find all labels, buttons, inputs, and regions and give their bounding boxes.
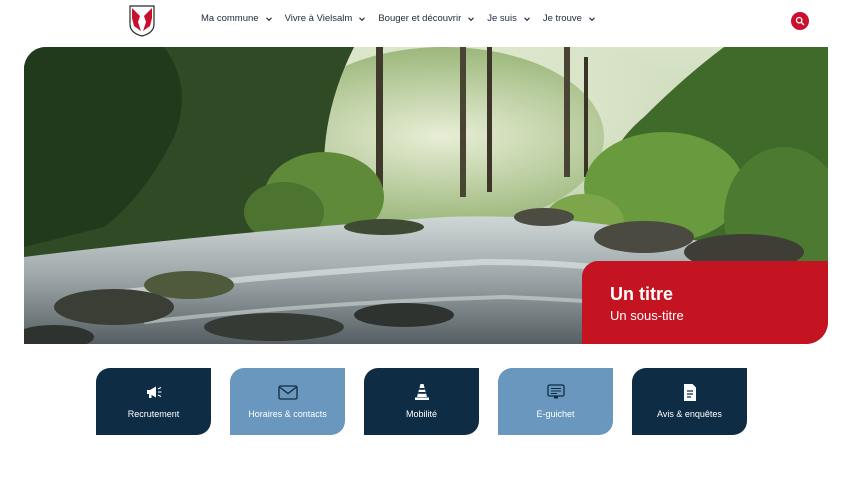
tile-label: Horaires & contacts [248,409,327,419]
chevron-down-icon [523,16,530,21]
nav-item-je-trouve[interactable]: Je trouve [543,13,596,24]
tile-label: Avis & enquêtes [657,409,722,419]
nav-item-bouger-et-decouvrir[interactable]: Bouger et découvrir [378,13,475,24]
monitor-icon [546,384,565,399]
tile-label: Mobilité [405,409,437,419]
tile-label: E-guichet [536,409,575,419]
chevron-down-icon [265,16,272,21]
hero-banner: Un titre Un sous-titre [24,47,828,344]
municipality-logo[interactable] [128,4,156,37]
search-icon [795,16,805,26]
nav-item-label: Vivre à Vielsalm [284,13,353,24]
hero-title: Un titre [610,284,673,304]
nav-item-je-suis[interactable]: Je suis [487,13,531,24]
tile-e-guichet[interactable]: E-guichet [498,368,613,435]
hero-caption-card: Un titre Un sous-titre [582,261,828,344]
nav-item-label: Je suis [487,13,517,24]
tile-label: Recrutement [127,409,180,419]
chevron-down-icon [359,16,366,21]
search-button[interactable] [791,12,809,30]
tile-mobilite[interactable]: Mobilité [364,368,479,435]
nav-item-ma-commune[interactable]: Ma commune [201,13,273,24]
tile-recrutement[interactable]: Recrutement [96,368,211,435]
site-header: Ma commune Vivre à Vielsalm Bouger et dé… [0,0,850,42]
tile-avis-enquetes[interactable]: Avis & enquêtes [632,368,747,435]
nav-item-label: Je trouve [542,13,582,24]
quick-links: Recrutement Horaires & contacts Mobilité [96,368,756,436]
chevron-down-icon [468,16,475,21]
tile-horaires-contacts[interactable]: Horaires & contacts [230,368,345,435]
document-icon [683,383,696,401]
chevron-down-icon [589,16,595,21]
megaphone-icon [146,386,161,398]
hero-subtitle: Un sous-titre [610,308,684,323]
traffic-cone-icon [414,384,429,400]
nav-item-label: Bouger et découvrir [378,13,462,24]
nav-item-vivre-a-vielsalm[interactable]: Vivre à Vielsalm [285,13,367,24]
envelope-icon [277,384,298,400]
nav-item-label: Ma commune [201,13,259,24]
main-navigation: Ma commune Vivre à Vielsalm Bouger et dé… [201,13,608,24]
